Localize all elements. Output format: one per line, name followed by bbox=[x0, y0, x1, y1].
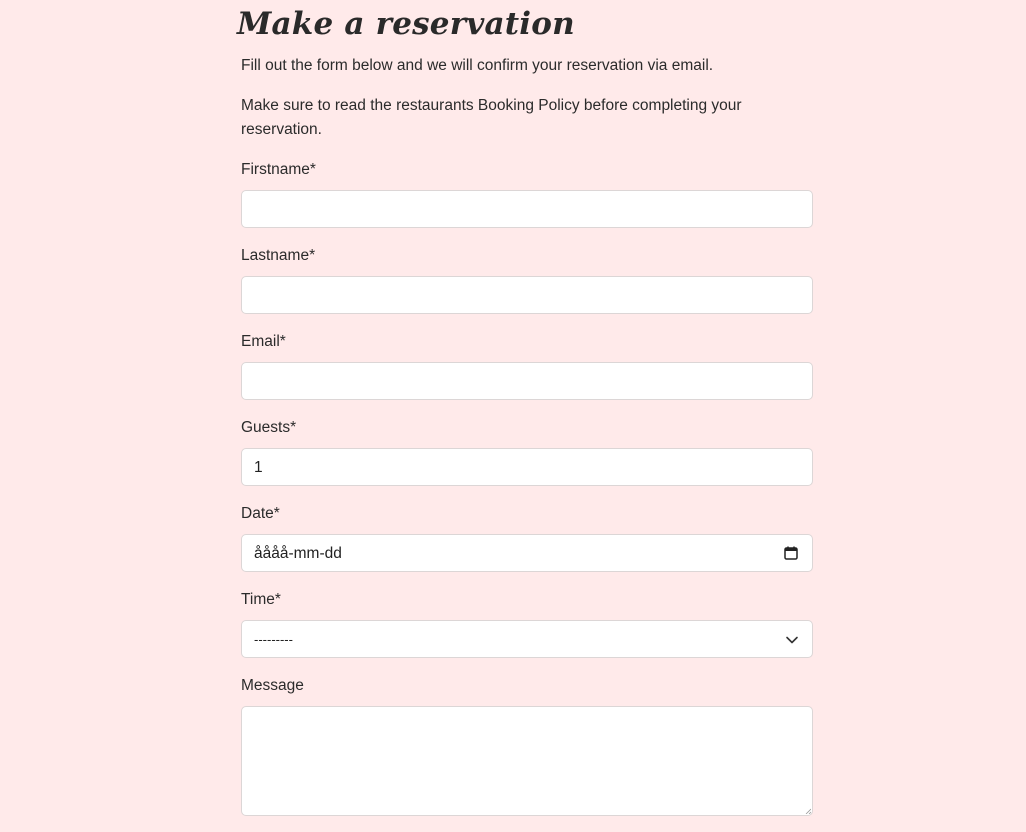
date-label: Date* bbox=[241, 505, 280, 522]
email-input[interactable] bbox=[241, 362, 813, 400]
calendar-icon[interactable] bbox=[784, 546, 798, 560]
message-label: Message bbox=[241, 677, 304, 694]
chevron-down-icon bbox=[786, 636, 798, 644]
time-selected-value: --------- bbox=[254, 632, 293, 647]
firstname-input[interactable] bbox=[241, 190, 813, 228]
resize-grip-icon[interactable] bbox=[805, 808, 811, 814]
page-title: Make a reservation bbox=[237, 6, 575, 42]
message-textarea[interactable] bbox=[241, 706, 813, 816]
time-label: Time* bbox=[241, 591, 281, 608]
booking-policy-text: Make sure to read the restaurants Bookin… bbox=[241, 97, 742, 138]
intro-text: Fill out the form below and we will conf… bbox=[241, 57, 714, 74]
email-label: Email* bbox=[241, 333, 286, 350]
date-input[interactable]: åååå-mm-dd bbox=[241, 534, 813, 572]
guests-input[interactable]: 1 bbox=[241, 448, 813, 486]
date-placeholder: åååå-mm-dd bbox=[254, 545, 342, 562]
guests-label: Guests* bbox=[241, 419, 297, 436]
guests-value: 1 bbox=[254, 459, 263, 476]
lastname-label: Lastname* bbox=[241, 247, 316, 264]
lastname-input[interactable] bbox=[241, 276, 813, 314]
firstname-label: Firstname* bbox=[241, 161, 316, 178]
time-select[interactable]: --------- bbox=[241, 620, 813, 658]
